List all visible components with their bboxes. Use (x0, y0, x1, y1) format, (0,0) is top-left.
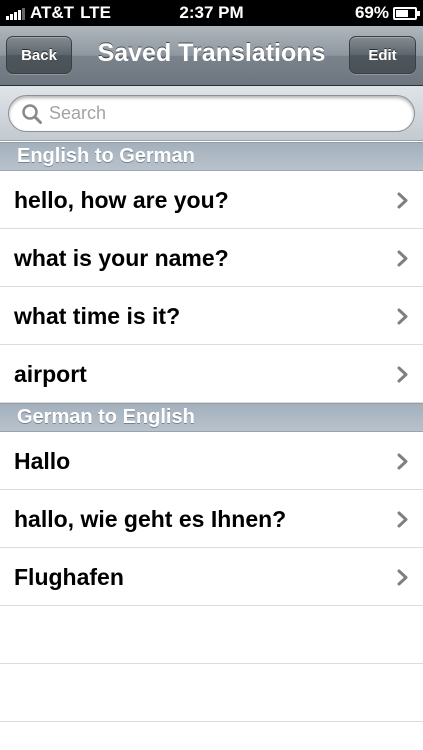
list-item[interactable]: hallo, wie geht es Ihnen? (0, 490, 423, 548)
list-item-label: what is your name? (14, 245, 229, 271)
list-item-label: airport (14, 361, 87, 387)
list-item-label: what time is it? (14, 303, 181, 329)
page-title: Saved Translations (97, 39, 326, 67)
chevron-right-icon (397, 453, 408, 470)
chevron-right-icon (397, 308, 408, 325)
battery-icon (393, 6, 420, 20)
list-item[interactable]: what is your name? (0, 229, 423, 287)
search-bar (0, 86, 423, 141)
battery-percent: 69% (354, 3, 389, 22)
chevron-right-icon (397, 250, 408, 267)
chevron-right-icon (397, 192, 408, 209)
chevron-right-icon (397, 511, 408, 528)
section-header-german-to-english: German to English (0, 403, 423, 432)
battery-fill (396, 9, 409, 17)
search-field[interactable] (8, 95, 415, 132)
empty-row (0, 664, 423, 722)
status-right: 69% (354, 3, 420, 23)
list-item-label: hallo, wie geht es Ihnen? (14, 506, 287, 532)
search-input[interactable] (49, 103, 414, 124)
edit-button[interactable]: Edit (349, 36, 416, 74)
chevron-right-icon (397, 569, 408, 586)
list-item-label: Hallo (14, 448, 71, 474)
navigation-bar: Back Saved Translations Edit (0, 26, 423, 86)
list-item[interactable]: what time is it? (0, 287, 423, 345)
list-item[interactable]: Flughafen (0, 548, 423, 606)
back-button[interactable]: Back (6, 36, 72, 74)
status-bar: AT&T LTE 2:37 PM 69% (0, 0, 423, 26)
empty-row (0, 606, 423, 664)
list-item[interactable]: hello, how are you? (0, 171, 423, 229)
section-header-english-to-german: English to German (0, 142, 423, 171)
list-item-label: hello, how are you? (14, 187, 229, 213)
list-item-label: Flughafen (14, 564, 124, 590)
list-item[interactable]: airport (0, 345, 423, 403)
list-item[interactable]: Hallo (0, 432, 423, 490)
chevron-right-icon (397, 366, 408, 383)
search-icon (22, 103, 42, 124)
